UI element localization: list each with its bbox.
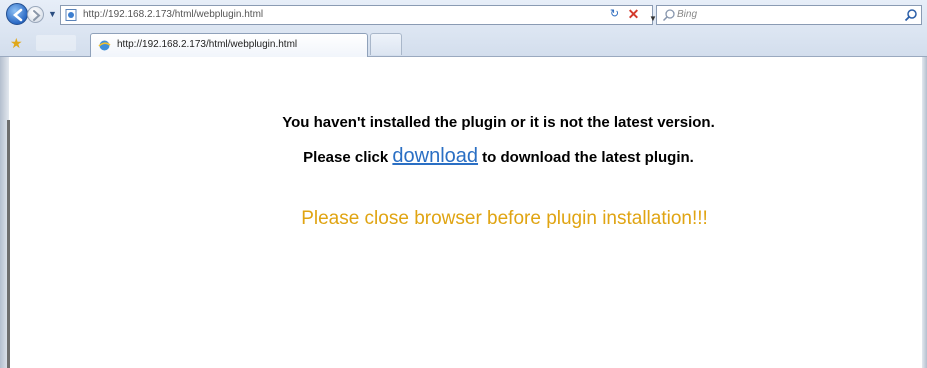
history-dropdown-icon[interactable]: ▼	[48, 9, 57, 19]
address-url[interactable]: http://192.168.2.173/html/webplugin.html	[83, 9, 263, 20]
address-bar[interactable]: http://192.168.2.173/html/webplugin.html…	[60, 5, 657, 25]
search-icon	[662, 9, 675, 22]
tab-bar: ★ http://192.168.2.173/html/webplugin.ht…	[0, 30, 927, 57]
download-link[interactable]: download	[392, 145, 478, 167]
refresh-icon[interactable]: ↻	[606, 6, 623, 23]
search-placeholder[interactable]: Bing	[677, 9, 697, 20]
tab-label: http://192.168.2.173/html/webplugin.html	[117, 39, 298, 50]
forward-arrow-icon	[33, 10, 41, 21]
new-tab-button[interactable]	[370, 33, 402, 55]
navigation-bar: ▼ http://192.168.2.173/html/webplugin.ht…	[0, 0, 927, 30]
page-icon	[65, 9, 77, 21]
search-box[interactable]: Bing	[656, 5, 922, 25]
favorites-bar-button[interactable]	[36, 35, 76, 51]
download-instruction: Please click download to download the la…	[0, 145, 927, 168]
close-browser-warning: Please close browser before plugin insta…	[301, 208, 708, 229]
forward-button[interactable]	[27, 6, 44, 23]
browser-chrome: ▼ http://192.168.2.173/html/webplugin.ht…	[0, 0, 927, 57]
back-arrow-icon	[12, 8, 23, 22]
download-instruction-suffix: to download the latest plugin.	[478, 149, 694, 166]
plugin-missing-message: You haven't installed the plugin or it i…	[282, 114, 715, 131]
back-button[interactable]	[6, 3, 28, 25]
favorites-star-icon[interactable]: ★	[10, 35, 26, 51]
tab-webplugin[interactable]: http://192.168.2.173/html/webplugin.html	[90, 33, 368, 57]
download-instruction-prefix: Please click	[303, 149, 393, 166]
stop-icon[interactable]: ✕	[625, 6, 642, 23]
ie-tab-icon	[98, 40, 111, 51]
search-go-icon[interactable]	[904, 8, 918, 22]
